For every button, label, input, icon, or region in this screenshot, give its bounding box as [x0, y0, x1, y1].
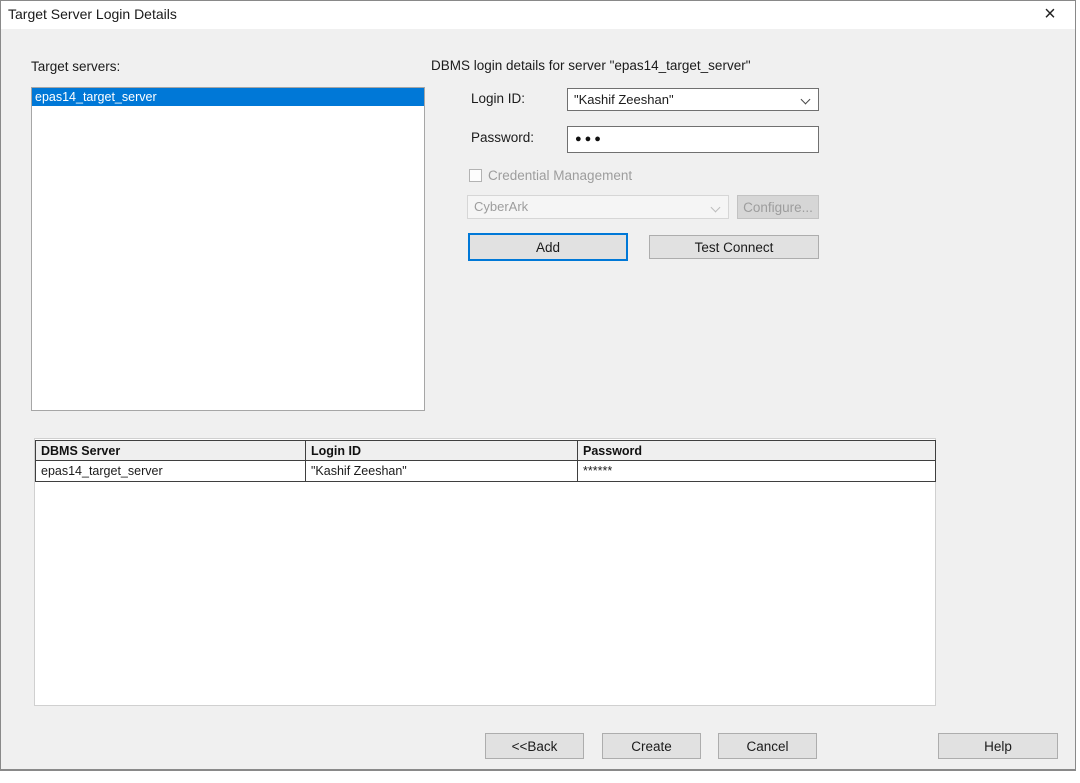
cell-login-id[interactable]: "Kashif Zeeshan" — [306, 461, 578, 482]
cell-password[interactable]: ****** — [578, 461, 936, 482]
dbms-login-details-header: DBMS login details for server "epas14_ta… — [431, 58, 751, 73]
password-label: Password: — [471, 130, 534, 145]
column-header-login-id[interactable]: Login ID — [306, 441, 578, 461]
credential-provider-value: CyberArk — [474, 199, 528, 214]
close-icon[interactable]: × — [1035, 1, 1065, 27]
cell-dbms-server[interactable]: epas14_target_server — [36, 461, 306, 482]
credential-management-label: Credential Management — [488, 168, 632, 183]
add-button[interactable]: Add — [468, 233, 628, 261]
login-id-label: Login ID: — [471, 91, 525, 106]
configure-button: Configure... — [737, 195, 819, 219]
create-button[interactable]: Create — [602, 733, 701, 759]
chevron-down-icon — [711, 203, 721, 213]
login-id-value: "Kashif Zeeshan" — [574, 92, 674, 107]
table-header-row: DBMS Server Login ID Password — [36, 441, 936, 461]
credential-provider-combobox: CyberArk — [467, 195, 729, 219]
back-button[interactable]: <<Back — [485, 733, 584, 759]
password-masked-value: ●●● — [575, 133, 604, 145]
target-server-login-details-dialog: Target Server Login Details × Target ser… — [0, 0, 1076, 771]
target-servers-label: Target servers: — [31, 59, 120, 74]
target-servers-listbox[interactable]: epas14_target_server — [31, 87, 425, 411]
column-header-password[interactable]: Password — [578, 441, 936, 461]
help-button[interactable]: Help — [938, 733, 1058, 759]
password-input[interactable]: ●●● — [567, 126, 819, 153]
dbms-credentials-table[interactable]: DBMS Server Login ID Password epas14_tar… — [34, 438, 936, 706]
cancel-button[interactable]: Cancel — [718, 733, 817, 759]
chevron-down-icon[interactable] — [801, 95, 811, 105]
window-title: Target Server Login Details — [8, 6, 177, 22]
test-connect-button[interactable]: Test Connect — [649, 235, 819, 259]
list-item-epas14-target-server[interactable]: epas14_target_server — [32, 88, 424, 106]
credential-management-checkbox[interactable] — [469, 169, 482, 182]
column-header-dbms-server[interactable]: DBMS Server — [36, 441, 306, 461]
title-bar: Target Server Login Details × — [1, 1, 1075, 29]
table-row[interactable]: epas14_target_server "Kashif Zeeshan" **… — [36, 461, 936, 482]
login-id-combobox[interactable]: "Kashif Zeeshan" — [567, 88, 819, 111]
